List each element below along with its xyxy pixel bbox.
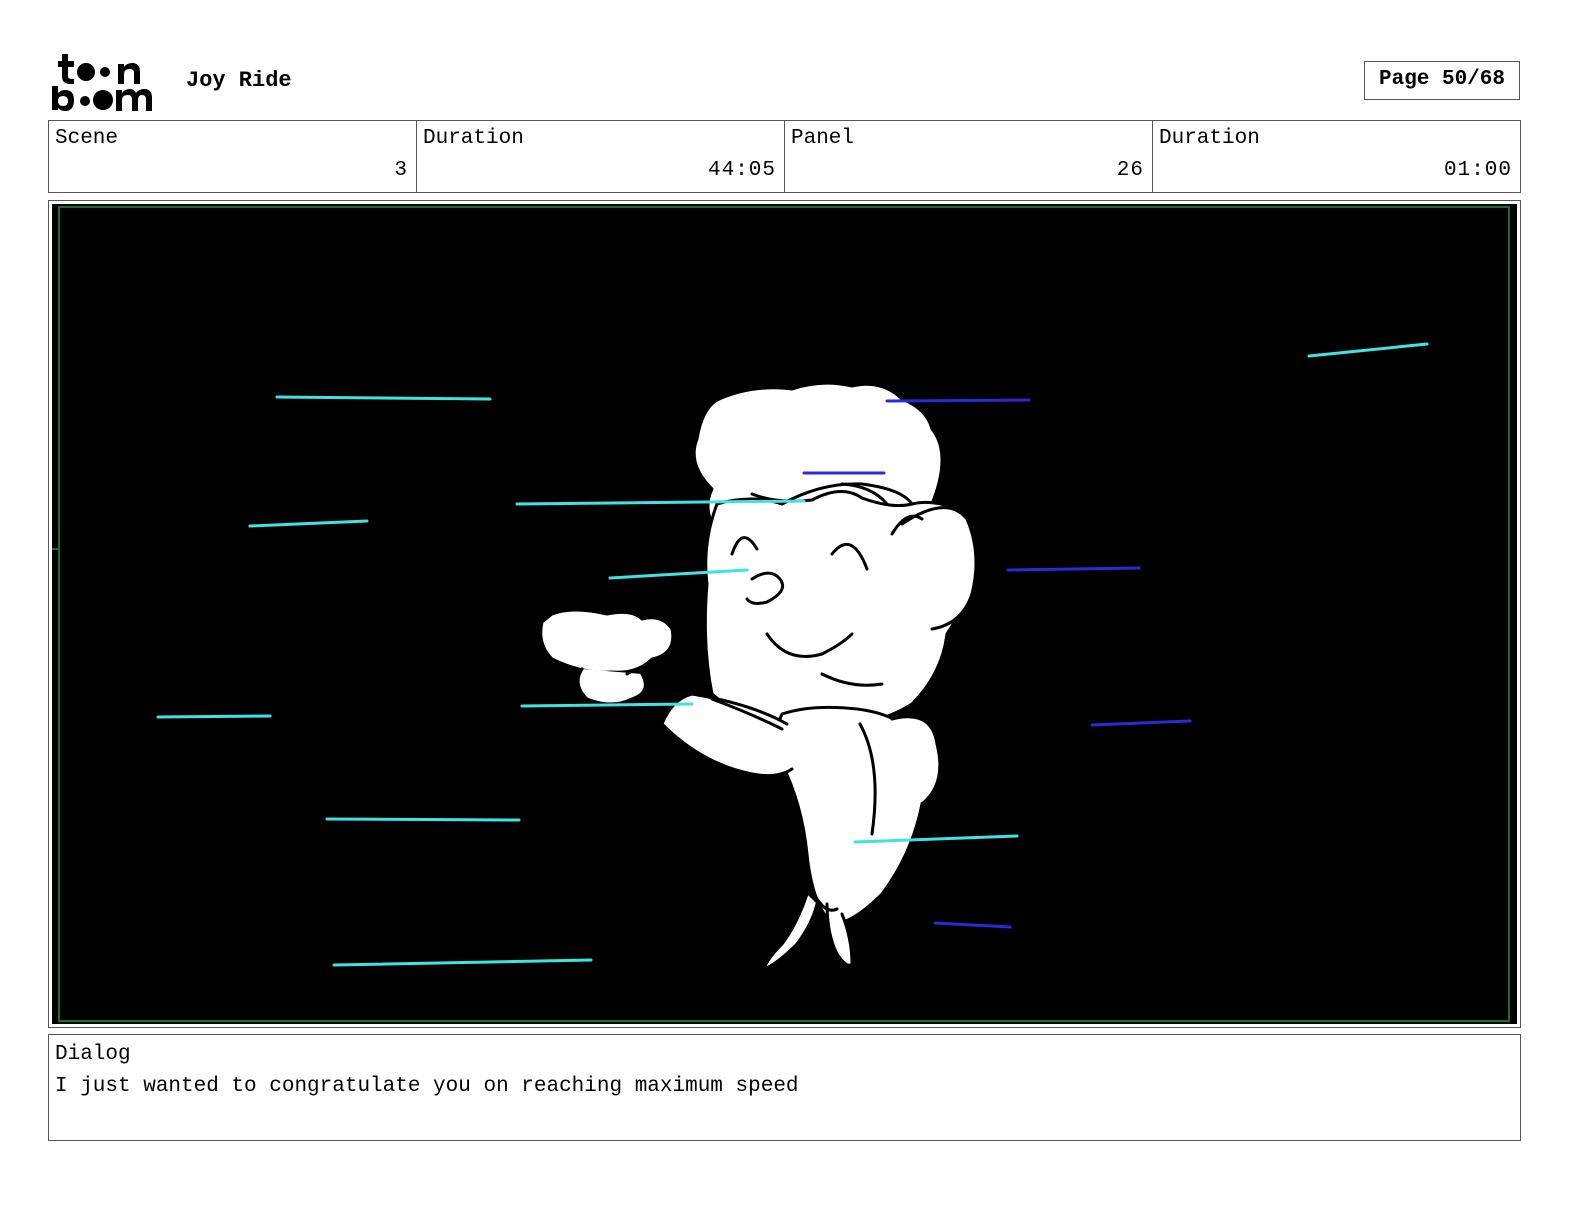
panel-duration-value: 01:00 — [1443, 159, 1512, 182]
scene-label: Scene — [55, 127, 119, 150]
panel-info-table: Scene 3 Duration 44:05 Panel 26 Duration… — [48, 120, 1521, 193]
panel-cell: Panel 26 — [784, 121, 1152, 192]
dialog-label: Dialog — [55, 1043, 131, 1066]
panel-value: 26 — [1116, 159, 1144, 182]
toonboom-logo-icon — [52, 54, 152, 111]
panel-duration-cell: Duration 01:00 — [1152, 121, 1520, 192]
page-number: Page 50/68 — [1364, 61, 1520, 100]
panel-duration-label: Duration — [1159, 127, 1260, 150]
scene-value: 3 — [394, 159, 408, 182]
storyboard-drawing — [52, 204, 1517, 1024]
project-title: Joy Ride — [186, 68, 292, 93]
toonboom-logo — [52, 52, 164, 114]
dialog-box: Dialog I just wanted to congratulate you… — [48, 1034, 1521, 1141]
panel-label: Panel — [791, 127, 855, 150]
scene-duration-label: Duration — [423, 127, 524, 150]
scene-cell: Scene 3 — [49, 121, 416, 192]
dialog-text: I just wanted to congratulate you on rea… — [55, 1075, 799, 1098]
scene-duration-cell: Duration 44:05 — [416, 121, 784, 192]
storyboard-panel-image — [52, 204, 1517, 1024]
scene-duration-value: 44:05 — [707, 159, 776, 182]
